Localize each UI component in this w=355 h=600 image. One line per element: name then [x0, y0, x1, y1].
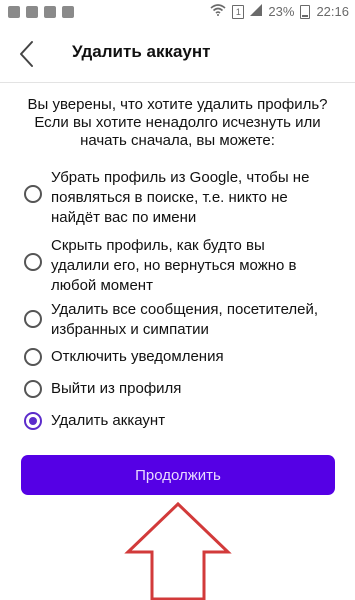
intro-line: Если вы хотите ненадолго исчезнуть или [34, 114, 321, 131]
option-disable-notifications[interactable]: Отключить уведомления [20, 348, 345, 372]
option-label: Выйти из профиля [51, 380, 182, 397]
intro-line: начать сначала, вы можете: [80, 132, 275, 149]
continue-button-label: Продолжить [135, 466, 221, 484]
signal-icon [250, 4, 263, 19]
option-delete-account[interactable]: Удалить аккаунт [20, 412, 345, 436]
delete-account-screen: 1 23% 22:16 Удалить аккаунт Вы уверены, … [0, 0, 355, 600]
wifi-icon [210, 4, 226, 19]
option-label: Скрыть профиль, как будто вы удалили его… [51, 237, 297, 294]
radio-button[interactable] [24, 185, 42, 203]
radio-button[interactable] [24, 380, 42, 398]
battery-icon [300, 4, 311, 19]
radio-button-selected[interactable] [24, 412, 42, 430]
option-label: Удалить все сообщения, посетителей, избр… [51, 301, 319, 338]
notification-icon [8, 6, 20, 18]
radio-button[interactable] [24, 348, 42, 366]
option-hide-profile[interactable]: Скрыть профиль, как будто вы удалили его… [20, 236, 345, 296]
status-right: 1 23% 22:16 [210, 4, 349, 19]
arrow-up-icon [124, 501, 232, 600]
clock: 22:16 [316, 4, 349, 19]
app-bar: Удалить аккаунт [0, 26, 355, 83]
page-title: Удалить аккаунт [72, 42, 211, 61]
intro-text: Вы уверены, что хотите удалить профиль? … [16, 96, 339, 150]
status-bar: 1 23% 22:16 [0, 0, 355, 26]
battery-percent: 23% [268, 4, 295, 19]
radio-button[interactable] [24, 253, 42, 271]
notification-icon [44, 6, 56, 18]
notification-icon [26, 6, 38, 18]
back-button[interactable] [10, 36, 46, 72]
intro-line: Вы уверены, что хотите удалить профиль? [27, 96, 328, 113]
option-remove-from-google[interactable]: Убрать профиль из Google, чтобы не появл… [20, 168, 345, 228]
option-label: Удалить аккаунт [51, 412, 166, 429]
option-log-out[interactable]: Выйти из профиля [20, 380, 345, 404]
option-label: Отключить уведомления [51, 348, 224, 365]
notification-icon [62, 6, 74, 18]
chevron-left-icon [20, 41, 33, 67]
radio-button[interactable] [24, 310, 42, 328]
option-delete-messages[interactable]: Удалить все сообщения, посетителей, избр… [20, 301, 345, 342]
continue-button[interactable]: Продолжить [21, 455, 335, 495]
sim-icon: 1 [232, 4, 245, 19]
option-label: Убрать профиль из Google, чтобы не появл… [51, 169, 310, 226]
